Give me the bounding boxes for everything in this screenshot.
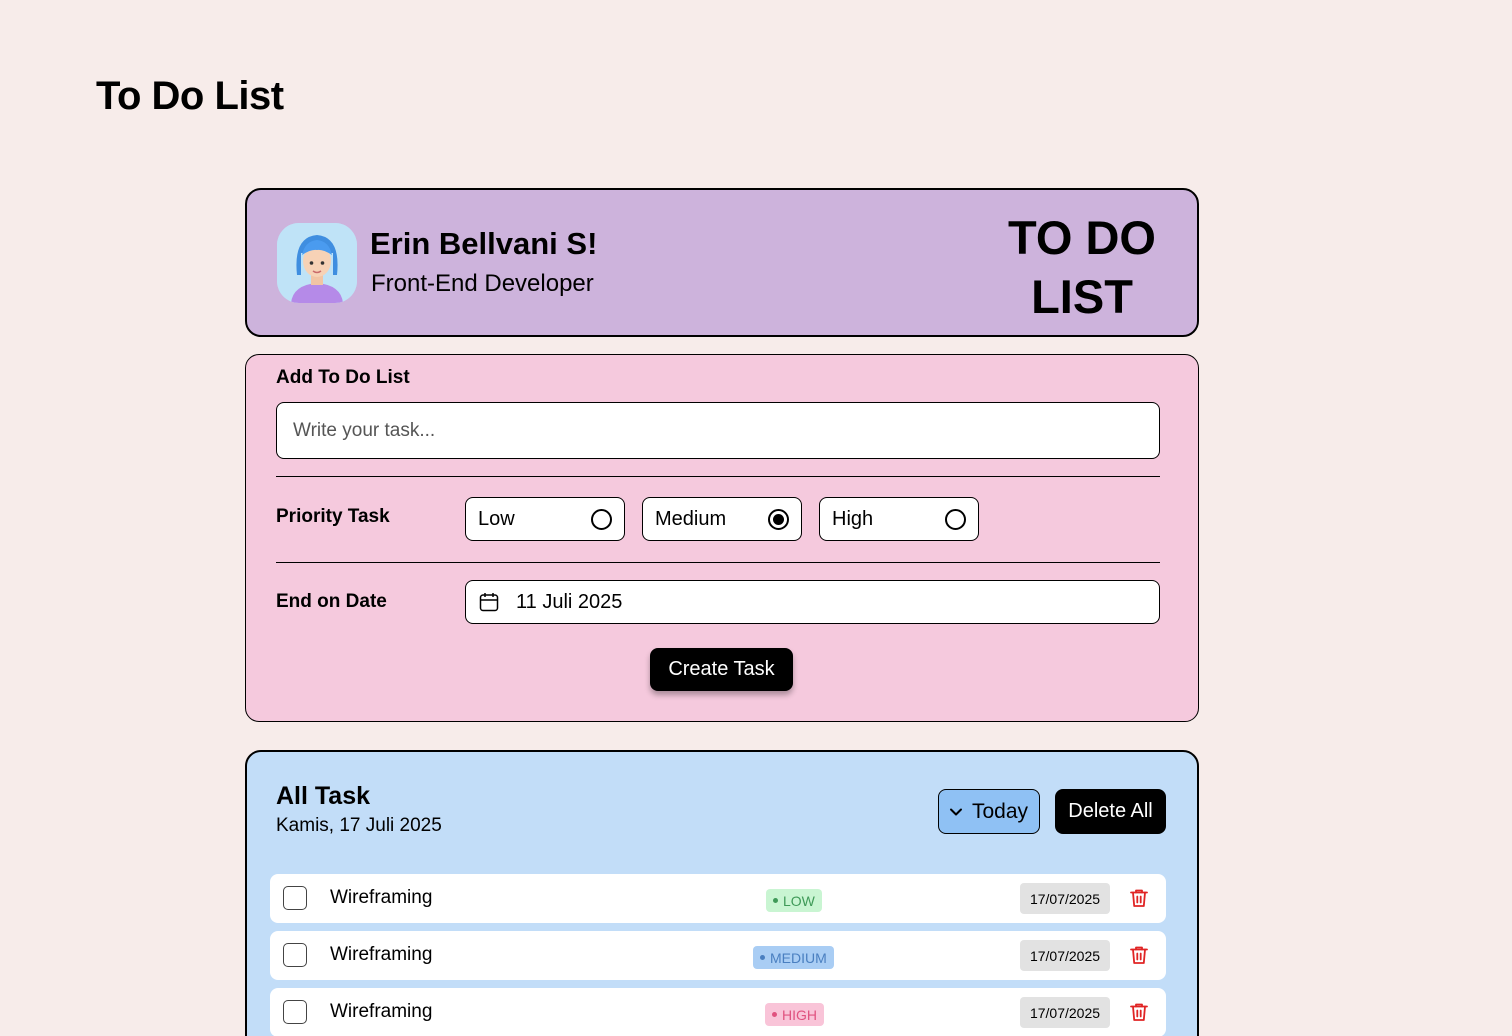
trash-icon[interactable] [1128,944,1150,966]
task-input[interactable] [276,402,1160,459]
task-title: Wireframing [330,944,433,965]
priority-badge-label: LOW [783,892,815,909]
delete-all-button[interactable]: Delete All [1055,789,1166,834]
end-date-field[interactable]: 11 Juli 2025 [465,580,1160,624]
brand-title-line2: LIST [1031,270,1133,323]
priority-badge-high: HIGH [765,1003,824,1026]
radio-checked-icon[interactable] [768,508,789,530]
priority-option-label: High [832,507,874,530]
form-heading: Add To Do List [276,367,410,388]
profile-card: Erin Bellvani S! Front-End Developer TO … [245,188,1199,337]
divider [276,562,1160,563]
task-date: 17/07/2025 [1020,883,1110,914]
avatar [277,223,357,303]
radio-icon[interactable] [945,508,966,530]
dot-icon [772,1012,777,1017]
priority-option-high[interactable]: High [819,497,979,541]
priority-option-low[interactable]: Low [465,497,625,541]
date-label: End on Date [276,591,387,612]
priority-badge-label: HIGH [782,1006,817,1023]
trash-icon[interactable] [1128,1001,1150,1023]
calendar-icon [478,591,500,613]
end-date-value: 11 Juli 2025 [516,590,623,613]
page-title: To Do List [96,74,284,118]
priority-option-label: Low [478,507,515,530]
user-role: Front-End Developer [371,270,594,297]
task-checkbox[interactable] [283,1000,307,1024]
chevron-down-icon [947,803,965,821]
task-list-card: All Task Kamis, 17 Juli 2025 Today Delet… [245,750,1199,1036]
dot-icon [760,955,765,960]
task-row: Wireframing MEDIUM 17/07/2025 [270,931,1166,980]
task-checkbox[interactable] [283,886,307,910]
priority-badge-medium: MEDIUM [753,946,834,969]
brand-title-line1: TO DO [1008,211,1156,264]
task-checkbox[interactable] [283,943,307,967]
task-list-date: Kamis, 17 Juli 2025 [276,815,442,836]
add-task-form: Add To Do List Priority Task Low Medium … [245,354,1199,722]
task-row: LOW Wireframing LOW 17/07/2025 [270,874,1166,923]
priority-option-label: Medium [655,507,727,530]
task-date: 17/07/2025 [1020,997,1110,1028]
create-task-button[interactable]: Create Task [650,648,793,691]
dot-icon [773,898,778,903]
priority-option-medium[interactable]: Medium [642,497,802,541]
filter-dropdown[interactable]: Today [938,789,1040,834]
task-title: Wireframing [330,1001,433,1022]
radio-icon[interactable] [591,508,612,530]
user-name: Erin Bellvani S! [370,226,598,261]
brand-title: TO DO LIST [997,208,1167,326]
task-list-heading: All Task [276,782,371,810]
task-date: 17/07/2025 [1020,940,1110,971]
task-row: Wireframing HIGH 17/07/2025 [270,988,1166,1036]
task-title: Wireframing [330,887,433,908]
priority-badge-label: MEDIUM [770,949,827,966]
divider [276,476,1160,477]
priority-badge-low: LOW [766,889,822,912]
trash-icon[interactable] [1128,887,1150,909]
priority-label: Priority Task [276,506,390,527]
filter-label: Today [972,799,1029,823]
